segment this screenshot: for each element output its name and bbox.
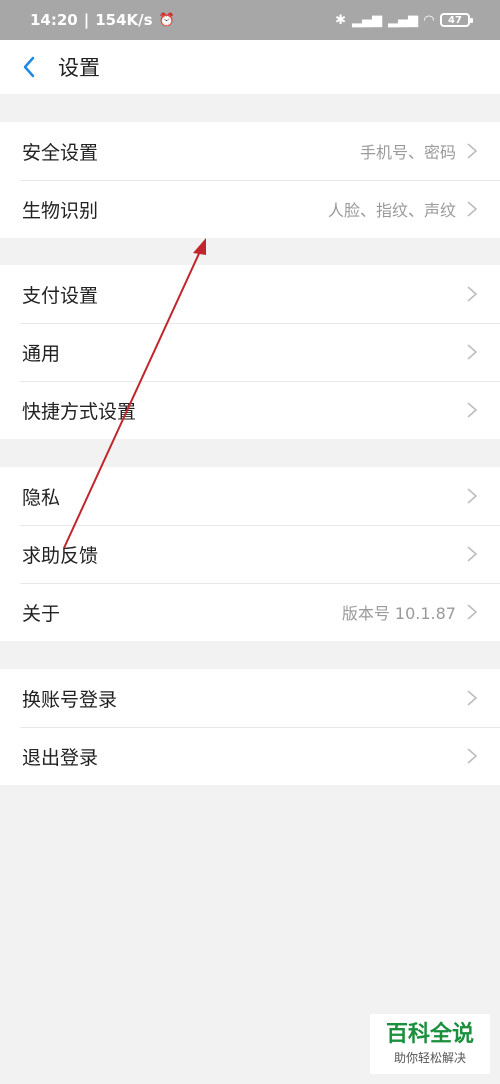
settings-item-logout[interactable]: 退出登录: [0, 727, 500, 785]
settings-item-right: 手机号、密码: [360, 139, 480, 163]
chevron-right-icon: [467, 748, 478, 764]
status-right: ✱ ▂▄▆ ▂▄▆ ◠ 47: [335, 12, 473, 28]
chevron-right-icon: [467, 546, 478, 562]
settings-item-value: 人脸、指纹、声纹: [327, 201, 456, 220]
wifi-icon: ◠: [424, 12, 434, 28]
settings-item-value: 版本号 10.1.87: [341, 604, 456, 623]
settings-item-payment[interactable]: 支付设置: [0, 265, 500, 323]
settings-item-label: 支付设置: [22, 284, 99, 307]
status-separator: |: [83, 11, 90, 29]
chevron-right-icon: [467, 143, 478, 159]
chevron-right-icon: [467, 286, 478, 302]
signal-icon: ▂▄▆: [388, 12, 418, 28]
battery-icon: 47: [440, 13, 473, 27]
status-bar: 14:20 | 154K/s ⏰ ✱ ▂▄▆ ▂▄▆ ◠ 47: [0, 0, 500, 40]
back-button[interactable]: [0, 40, 58, 94]
settings-item-right: [464, 285, 480, 303]
battery-level: 47: [448, 14, 462, 26]
chevron-right-icon: [467, 488, 478, 504]
settings-item-label: 退出登录: [22, 746, 99, 769]
settings-item-right: [464, 689, 480, 707]
settings-item-feedback[interactable]: 求助反馈: [0, 525, 500, 583]
chevron-right-icon: [467, 402, 478, 418]
settings-item-biometrics[interactable]: 生物识别 人脸、指纹、声纹: [0, 180, 500, 238]
settings-item-about[interactable]: 关于 版本号 10.1.87: [0, 583, 500, 641]
watermark-logo: 百科全说 助你轻松解决: [370, 1014, 490, 1074]
header: 设置: [0, 40, 500, 94]
settings-item-right: [464, 343, 480, 361]
settings-item-right: [464, 747, 480, 765]
chevron-right-icon: [467, 201, 478, 217]
settings-item-shortcuts[interactable]: 快捷方式设置: [0, 381, 500, 439]
settings-item-right: [464, 487, 480, 505]
settings-group-general: 支付设置 通用 快捷方式设置: [0, 265, 500, 439]
settings-item-privacy[interactable]: 隐私: [0, 467, 500, 525]
settings-item-right: [464, 401, 480, 419]
settings-group-security: 安全设置 手机号、密码 生物识别 人脸、指纹、声纹: [0, 122, 500, 238]
settings-item-label: 求助反馈: [22, 544, 99, 567]
status-left: 14:20 | 154K/s ⏰: [30, 11, 175, 29]
settings-item-label: 换账号登录: [22, 688, 118, 711]
settings-item-label: 快捷方式设置: [22, 400, 137, 423]
settings-item-general[interactable]: 通用: [0, 323, 500, 381]
settings-item-right: 版本号 10.1.87: [342, 600, 480, 624]
watermark-subtitle: 助你轻松解决: [393, 1050, 466, 1065]
watermark-title: 百科全说: [385, 1021, 474, 1047]
chevron-left-icon: [23, 56, 35, 78]
network-speed: 154K/s: [95, 11, 153, 29]
settings-group-privacy: 隐私 求助反馈 关于 版本号 10.1.87: [0, 467, 500, 641]
status-time: 14:20: [30, 11, 78, 29]
settings-item-label: 生物识别: [22, 199, 99, 222]
chevron-right-icon: [467, 690, 478, 706]
settings-item-right: 人脸、指纹、声纹: [328, 197, 480, 221]
settings-item-switch-account[interactable]: 换账号登录: [0, 669, 500, 727]
signal-icon: ▂▄▆: [352, 12, 382, 28]
settings-item-security[interactable]: 安全设置 手机号、密码: [0, 122, 500, 180]
settings-item-right: [464, 545, 480, 563]
settings-item-label: 通用: [22, 342, 61, 365]
alarm-icon: ⏰: [158, 12, 175, 28]
chevron-right-icon: [467, 344, 478, 360]
settings-item-label: 隐私: [22, 486, 61, 509]
settings-item-value: 手机号、密码: [359, 143, 456, 162]
settings-group-account: 换账号登录 退出登录: [0, 669, 500, 785]
page-title: 设置: [58, 56, 100, 80]
bluetooth-icon: ✱: [335, 12, 346, 28]
settings-item-label: 关于: [22, 602, 61, 625]
chevron-right-icon: [467, 604, 478, 620]
settings-item-label: 安全设置: [22, 141, 99, 164]
